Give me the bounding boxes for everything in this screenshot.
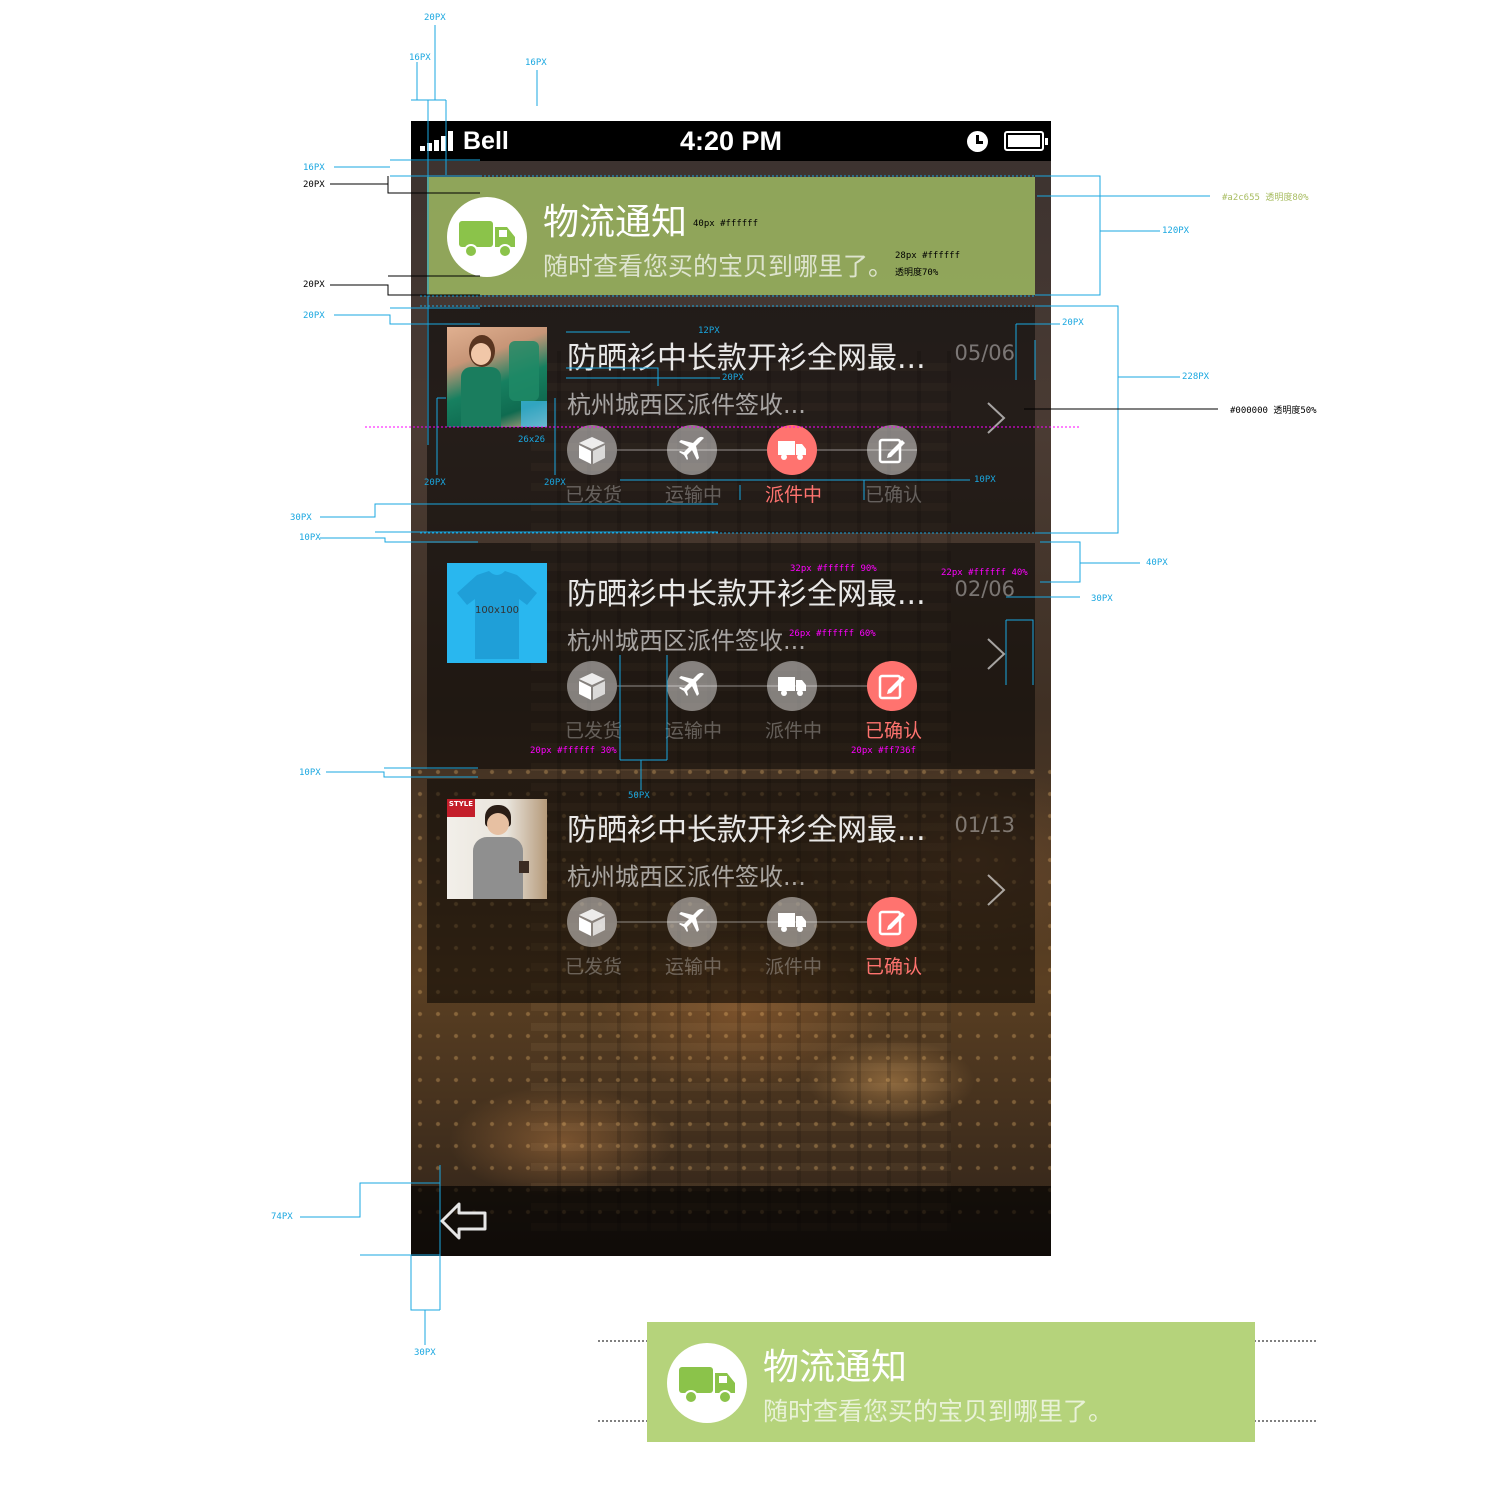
logistics-notice-banner-preview: 物流通知 随时查看您买的宝贝到哪里了。	[647, 1322, 1255, 1442]
spacing-annotation: 228PX	[1182, 372, 1210, 382]
spacing-annotation: 30PX	[290, 513, 312, 523]
spacing-annotation: 20PX	[1062, 318, 1084, 328]
spacing-annotation: 20PX	[424, 13, 446, 23]
color-spec-annotation: #000000 透明度50%	[1230, 406, 1317, 416]
spacing-annotation: 20PX	[544, 478, 566, 488]
spacing-annotation: 10PX	[974, 475, 996, 485]
spacing-annotation: 12PX	[698, 326, 720, 336]
banner-subtitle: 随时查看您买的宝贝到哪里了。	[763, 1397, 1114, 1426]
text-spec-annotation: 26px #ffffff 60%	[789, 629, 876, 639]
text-spec-annotation: 22px #ffffff 40%	[941, 568, 1028, 578]
truck-avatar	[667, 1343, 747, 1423]
size-annotation: 26x26	[518, 435, 546, 445]
spacing-annotation: 74PX	[271, 1212, 293, 1222]
text-spec-annotation: 32px #ffffff 90%	[790, 564, 877, 574]
banner-title: 物流通知	[763, 1347, 908, 1388]
spacing-annotation: 20PX	[722, 373, 744, 383]
text-spec-annotation: 20px #ff736f	[851, 746, 917, 756]
spacing-annotation: 16PX	[409, 53, 431, 63]
spacing-annotation: 20PX	[303, 311, 325, 321]
spacing-annotation: 16PX	[303, 163, 325, 173]
spacing-annotation: 16PX	[525, 58, 547, 68]
text-spec-annotation: 20px #ffffff 30%	[530, 746, 617, 756]
spacing-annotation: 30PX	[414, 1348, 436, 1358]
spacing-annotation: 20PX	[303, 180, 325, 190]
spacing-annotation: 10PX	[299, 533, 321, 543]
text-spec-annotation: 28px #ffffff	[895, 251, 961, 261]
spacing-annotation: 120PX	[1162, 226, 1190, 236]
spacing-annotation: 40PX	[1146, 558, 1168, 568]
text-spec-annotation: 40px #ffffff	[693, 219, 759, 229]
truck-icon	[679, 1367, 735, 1404]
spacing-annotation: 50PX	[628, 791, 650, 801]
color-spec-annotation: #a2c655 透明度80%	[1222, 193, 1309, 203]
spacing-annotation: 20PX	[424, 478, 446, 488]
spacing-annotation: 10PX	[299, 768, 321, 778]
spacing-annotation: 20PX	[303, 280, 325, 290]
text-spec-annotation: 透明度70%	[895, 268, 939, 278]
spacing-annotation: 30PX	[1091, 594, 1113, 604]
